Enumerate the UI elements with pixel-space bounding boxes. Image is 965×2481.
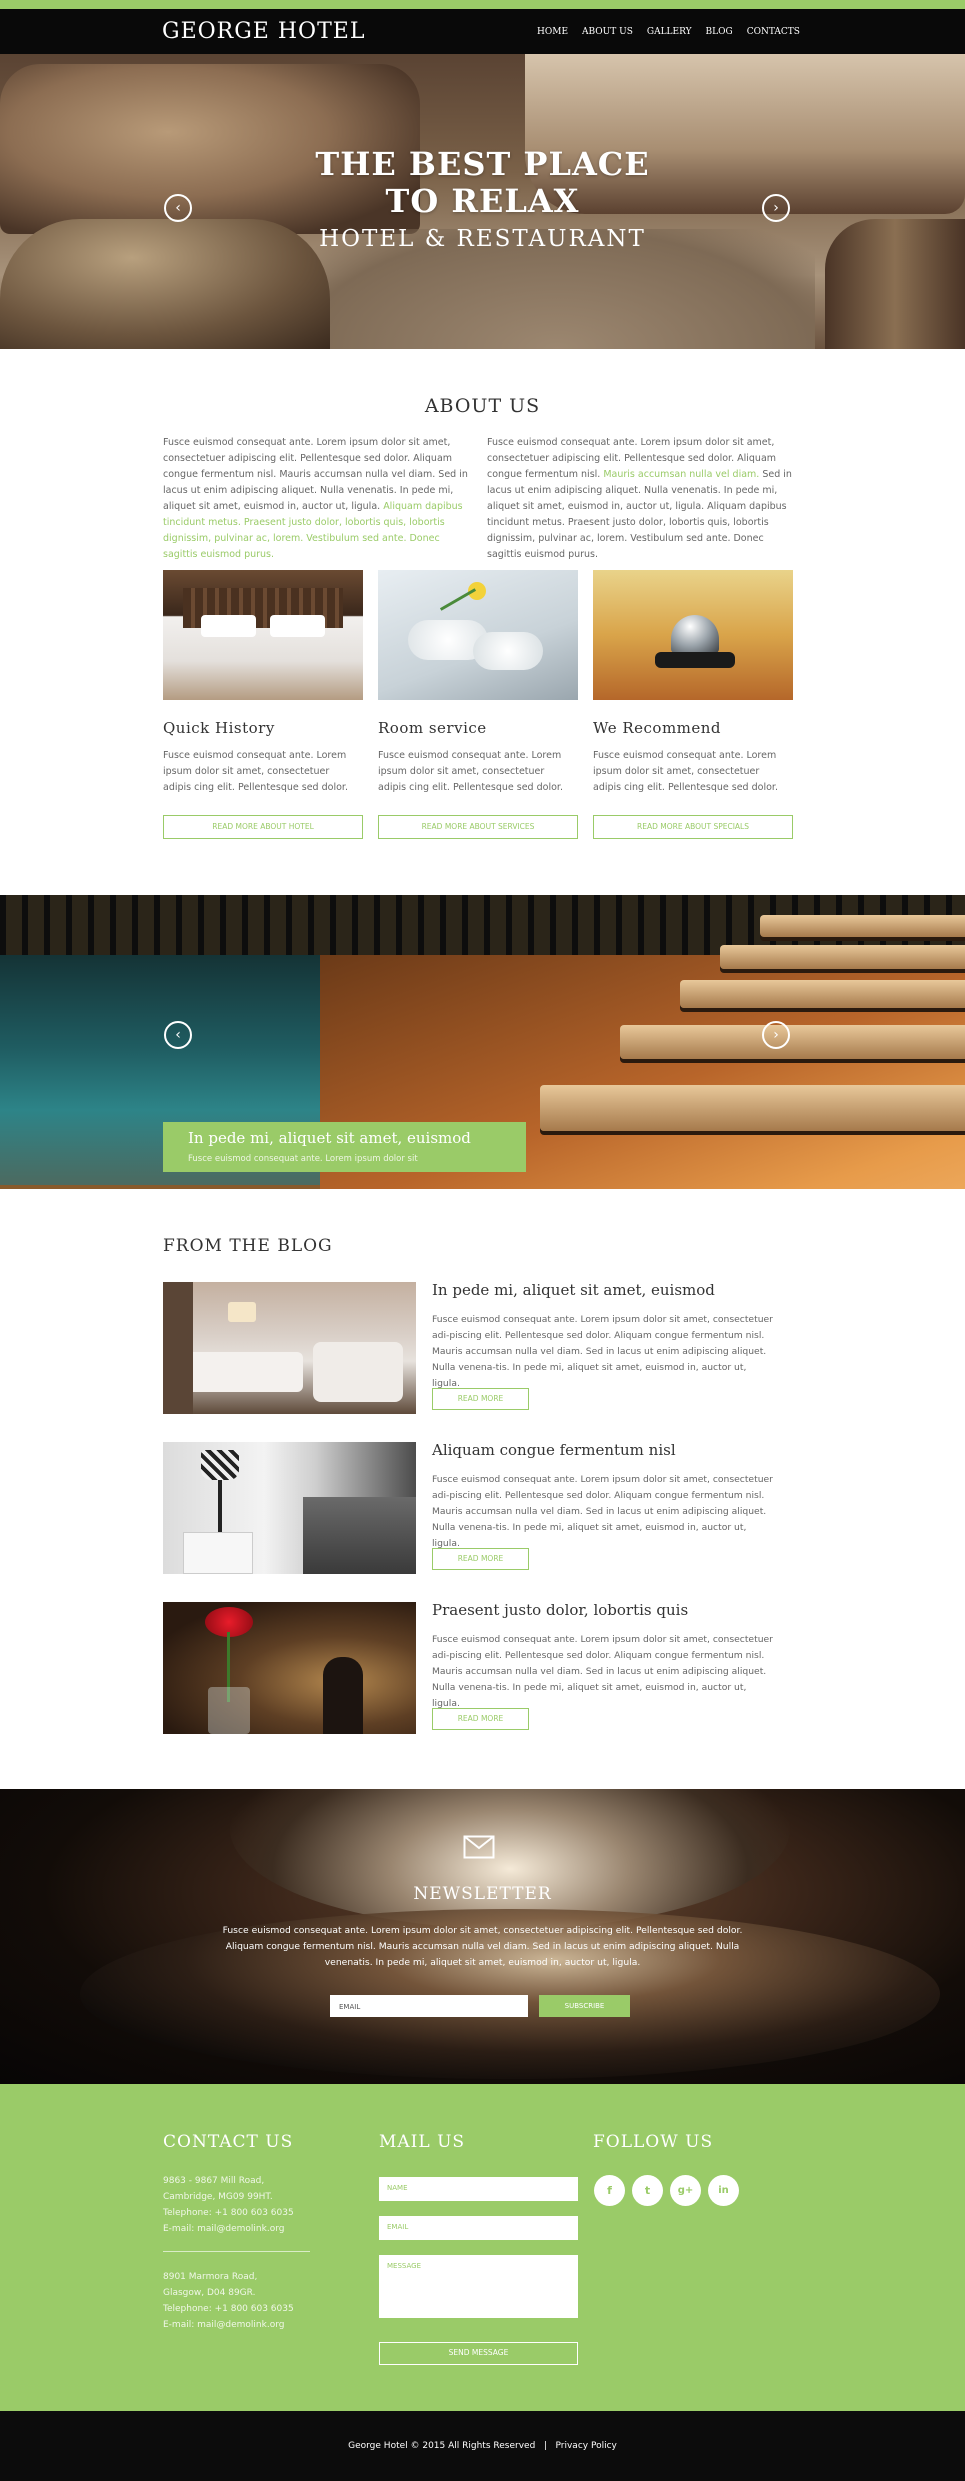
about-right-text-b: Sed in lacus ut enim adipiscing aliquet.… bbox=[487, 469, 792, 560]
address-block-1: 9863 - 9867 Mill Road, Cambridge, MG09 9… bbox=[163, 2173, 294, 2237]
hero-title-line2: TO RELAX bbox=[385, 182, 580, 220]
hero-title-line1: THE BEST PLACE bbox=[315, 145, 650, 183]
hero-next-arrow-icon[interactable]: › bbox=[762, 194, 790, 222]
nav-contacts[interactable]: CONTACTS bbox=[740, 9, 807, 54]
card-title-room-service: Room service bbox=[378, 719, 487, 737]
pool-prev-arrow-icon[interactable]: ‹ bbox=[164, 1021, 192, 1049]
send-message-button[interactable]: SEND MESSAGE bbox=[379, 2342, 578, 2365]
towels-image bbox=[378, 570, 578, 700]
address-1-email[interactable]: E-mail: mail@demolink.org bbox=[163, 2221, 294, 2237]
subscribe-button[interactable]: SUBSCRIBE bbox=[539, 1995, 630, 2017]
address-1-phone: Telephone: +1 800 603 6035 bbox=[163, 2208, 294, 2218]
facebook-icon[interactable]: f bbox=[594, 2175, 625, 2206]
google-plus-icon[interactable]: g+ bbox=[670, 2175, 701, 2206]
address-2-phone: Telephone: +1 800 603 6035 bbox=[163, 2304, 294, 2314]
blog-post-1-read-more-button[interactable]: READ MORE bbox=[432, 1388, 529, 1410]
blog-post-1-text: Fusce euismod consequat ante. Lorem ipsu… bbox=[432, 1314, 773, 1389]
lounger-2 bbox=[720, 945, 965, 969]
newsletter-email-input[interactable]: EMAIL bbox=[330, 1995, 528, 2017]
card-text-room-service: Fusce euismod consequat ante. Lorem ipsu… bbox=[378, 750, 563, 793]
pool-caption: In pede mi, aliquet sit amet, euismod Fu… bbox=[163, 1122, 526, 1172]
footer-message-textarea[interactable]: MESSAGE bbox=[379, 2255, 578, 2318]
blog-post-3-image[interactable] bbox=[163, 1602, 416, 1734]
newsletter-title: NEWSLETTER bbox=[413, 1884, 552, 1904]
address-2-email[interactable]: E-mail: mail@demolink.org bbox=[163, 2317, 294, 2333]
blog-post-3-text: Fusce euismod consequat ante. Lorem ipsu… bbox=[432, 1634, 773, 1709]
blog-title: FROM THE BLOG bbox=[163, 1236, 333, 1256]
blog-post-2-image[interactable] bbox=[163, 1442, 416, 1574]
address-1-line-2: Cambridge, MG09 99HT. bbox=[163, 2192, 273, 2202]
nav-about-us[interactable]: ABOUT US bbox=[575, 9, 640, 54]
site-header: GEORGE HOTEL HOME ABOUT US GALLERY BLOG … bbox=[0, 0, 965, 54]
nav-home[interactable]: HOME bbox=[530, 0, 576, 54]
about-right-paragraph: Fusce euismod consequat ante. Lorem ipsu… bbox=[487, 435, 797, 563]
newsletter-bell-dome bbox=[230, 1789, 790, 1929]
hero-subtitle: HOTEL & RESTAURANT bbox=[319, 226, 646, 252]
top-accent-bar bbox=[0, 0, 965, 9]
card-text-quick-history: Fusce euismod consequat ante. Lorem ipsu… bbox=[163, 750, 348, 793]
linkedin-icon[interactable]: in bbox=[708, 2175, 739, 2206]
about-title: ABOUT US bbox=[424, 395, 541, 417]
pool-caption-title: In pede mi, aliquet sit amet, euismod bbox=[188, 1129, 471, 1147]
card-text-we-recommend: Fusce euismod consequat ante. Lorem ipsu… bbox=[593, 750, 778, 793]
blog-post-2-title[interactable]: Aliquam congue fermentum nisl bbox=[432, 1441, 676, 1459]
hotel-bedroom-image bbox=[163, 570, 363, 700]
copyright-text: George Hotel © 2015 All Rights Reserved bbox=[348, 2441, 536, 2451]
hero-prev-arrow-icon[interactable]: ‹ bbox=[164, 194, 192, 222]
privacy-policy-link[interactable]: Privacy Policy bbox=[556, 2441, 617, 2451]
site-logo[interactable]: GEORGE HOTEL bbox=[162, 19, 365, 44]
about-section: ABOUT US Fusce euismod consequat ante. L… bbox=[0, 349, 965, 895]
envelope-icon bbox=[463, 1835, 495, 1859]
read-more-services-button[interactable]: READ MORE ABOUT SERVICES bbox=[378, 815, 578, 839]
blog-post-3-read-more-button[interactable]: READ MORE bbox=[432, 1708, 529, 1730]
lounger-5 bbox=[540, 1085, 965, 1131]
address-1-line-1: 9863 - 9867 Mill Road, bbox=[163, 2176, 265, 2186]
contact-us-title: CONTACT US bbox=[163, 2132, 294, 2152]
nav-gallery[interactable]: GALLERY bbox=[640, 9, 699, 54]
address-divider bbox=[163, 2251, 310, 2252]
blog-post-2-text: Fusce euismod consequat ante. Lorem ipsu… bbox=[432, 1474, 773, 1549]
blog-post-2-read-more-button[interactable]: READ MORE bbox=[432, 1548, 529, 1570]
twitter-icon[interactable]: t bbox=[632, 2175, 663, 2206]
hero-slider: THE BEST PLACE TO RELAX HOTEL & RESTAURA… bbox=[0, 54, 965, 349]
main-nav: HOME ABOUT US GALLERY BLOG CONTACTS bbox=[530, 0, 807, 54]
pool-next-arrow-icon[interactable]: › bbox=[762, 1021, 790, 1049]
mail-us-title: MAIL US bbox=[379, 2132, 466, 2152]
blog-post-1-title[interactable]: In pede mi, aliquet sit amet, euismod bbox=[432, 1281, 715, 1299]
lounger-4 bbox=[620, 1025, 965, 1059]
newsletter-text: Fusce euismod consequat ante. Lorem ipsu… bbox=[222, 1925, 743, 1968]
hero-title: THE BEST PLACE TO RELAX bbox=[0, 146, 965, 220]
footer-name-input[interactable]: NAME bbox=[379, 2177, 578, 2201]
about-left-paragraph: Fusce euismod consequat ante. Lorem ipsu… bbox=[163, 435, 468, 563]
lounger-3 bbox=[680, 980, 965, 1008]
address-block-2: 8901 Marmora Road, Glasgow, D04 89GR. Te… bbox=[163, 2269, 294, 2333]
card-title-we-recommend: We Recommend bbox=[593, 719, 722, 737]
blog-section: FROM THE BLOG In pede mi, aliquet sit am… bbox=[0, 1189, 965, 1789]
nav-blog[interactable]: BLOG bbox=[699, 9, 740, 54]
read-more-hotel-button[interactable]: READ MORE ABOUT HOTEL bbox=[163, 815, 363, 839]
about-right-link[interactable]: Mauris accumsan nulla vel diam. bbox=[603, 469, 759, 480]
blog-post-1-image[interactable] bbox=[163, 1282, 416, 1414]
bottom-bar: George Hotel © 2015 All Rights Reserved … bbox=[0, 2411, 965, 2481]
footer-separator: | bbox=[543, 2441, 547, 2451]
card-title-quick-history: Quick History bbox=[163, 719, 275, 737]
service-bell-image bbox=[593, 570, 793, 700]
footer-section: CONTACT US 9863 - 9867 Mill Road, Cambri… bbox=[0, 2084, 965, 2411]
address-2-line-2: Glasgow, D04 89GR. bbox=[163, 2288, 256, 2298]
address-2-line-1: 8901 Marmora Road, bbox=[163, 2272, 258, 2282]
read-more-specials-button[interactable]: READ MORE ABOUT SPECIALS bbox=[593, 815, 793, 839]
footer-email-input[interactable]: EMAIL bbox=[379, 2216, 578, 2240]
blog-post-3-title[interactable]: Praesent justo dolor, lobortis quis bbox=[432, 1601, 688, 1619]
newsletter-section: NEWSLETTER Fusce euismod consequat ante.… bbox=[0, 1789, 965, 2084]
lounger-1 bbox=[760, 915, 965, 937]
pool-caption-text: Fusce euismod consequat ante. Lorem ipsu… bbox=[188, 1154, 418, 1164]
follow-us-title: FOLLOW US bbox=[593, 2132, 714, 2152]
